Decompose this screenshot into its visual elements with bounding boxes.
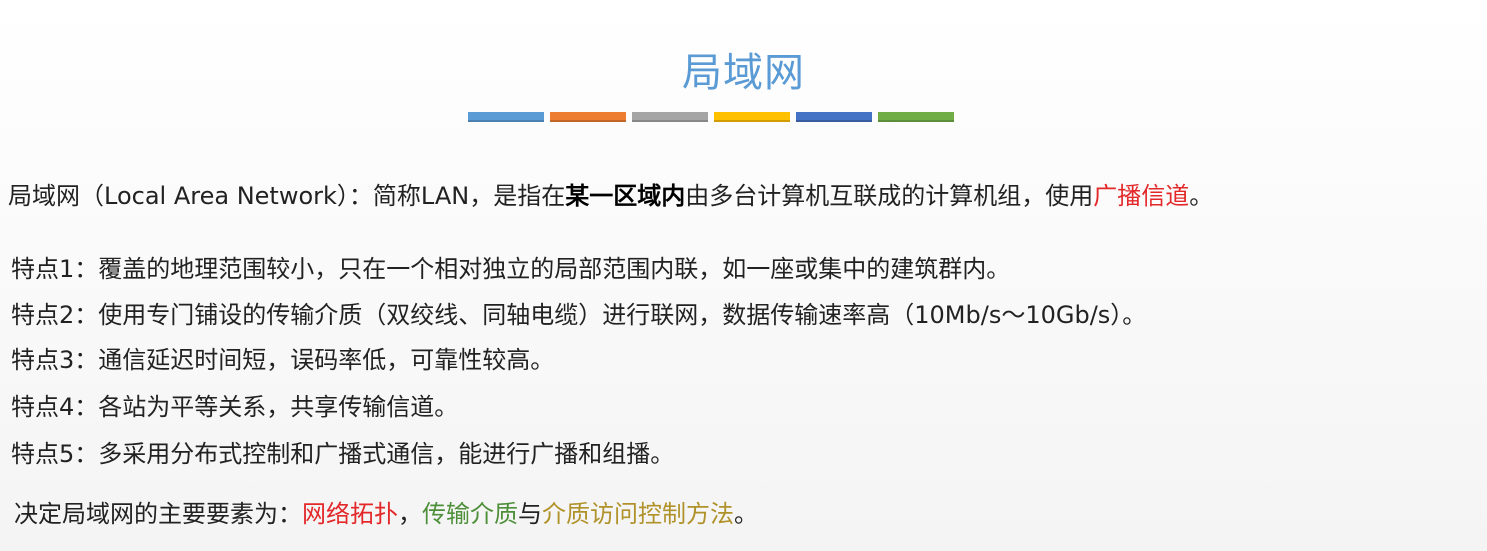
feature-2: 特点2：使用专门铺设的传输介质（双绞线、同轴电缆）进行联网，数据传输速率高（10…	[11, 301, 1147, 329]
factor-access-control: 介质访问控制方法	[542, 500, 734, 528]
summary-prefix: 决定局域网的主要要素为：	[14, 500, 302, 528]
definition-broadcast-channel: 广播信道	[1093, 182, 1190, 210]
feature-5: 特点5：多采用分布式控制和广播式通信，能进行广播和组播。	[11, 440, 675, 468]
summary-separator-1: ，	[398, 500, 422, 528]
color-bar-6	[878, 112, 954, 122]
page-title: 局域网	[682, 50, 805, 96]
lan-key-factors: 决定局域网的主要要素为：网络拓扑，传输介质与介质访问控制方法。	[14, 498, 758, 530]
definition-prefix: 局域网（Local Area Network）：简称LAN，是指在	[8, 182, 566, 210]
color-bar-5	[796, 112, 872, 122]
color-bar-2	[550, 112, 626, 122]
feature-4: 特点4：各站为平等关系，共享传输信道。	[11, 393, 459, 421]
lan-definition: 局域网（Local Area Network）：简称LAN，是指在某一区域内由多…	[8, 180, 1213, 212]
feature-1: 特点1：覆盖的地理范围较小，只在一个相对独立的局部范围内联，如一座或集中的建筑群…	[11, 255, 1011, 283]
color-bar-4	[714, 112, 790, 122]
summary-suffix: 。	[734, 500, 758, 528]
definition-suffix: 。	[1189, 182, 1214, 210]
factor-topology: 网络拓扑	[302, 500, 398, 528]
summary-separator-2: 与	[518, 500, 542, 528]
factor-medium: 传输介质	[422, 500, 518, 528]
definition-bold-region: 某一区域内	[565, 182, 686, 210]
title-color-bars	[468, 112, 954, 122]
definition-middle: 由多台计算机互联成的计算机组，使用	[685, 182, 1094, 210]
color-bar-1	[468, 112, 544, 122]
color-bar-3	[632, 112, 708, 122]
feature-3: 特点3：通信延迟时间短，误码率低，可靠性较高。	[11, 346, 555, 374]
